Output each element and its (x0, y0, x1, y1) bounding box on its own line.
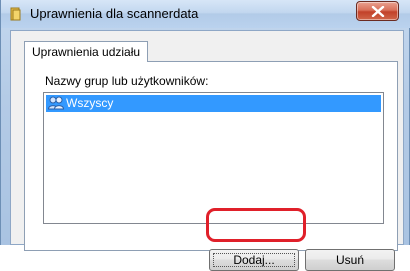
list-item[interactable]: Wszyscy (46, 95, 381, 112)
group-list-label: Nazwy grup lub użytkowników: (45, 74, 209, 88)
remove-button[interactable]: Usuń (305, 249, 395, 271)
tab-panel: Nazwy grup lub użytkowników: Wszyscy Dod… (24, 61, 398, 271)
close-icon (371, 6, 385, 17)
users-group-icon (47, 96, 65, 110)
list-item-label: Wszyscy (66, 96, 114, 110)
title-bar[interactable]: Uprawnienia dla scannerdata (1, 0, 410, 28)
remove-button-label: Usuń (335, 253, 364, 267)
group-user-list[interactable]: Wszyscy (43, 92, 384, 224)
folder-icon (10, 7, 22, 21)
tab-share-permissions[interactable]: Uprawnienia udziału (24, 41, 149, 62)
dialog-body: Uprawnienia udziału Nazwy grup lub użytk… (10, 30, 404, 271)
add-button[interactable]: Dodaj... (209, 249, 299, 271)
permissions-dialog: Uprawnienia dla scannerdata Uprawnienia … (0, 0, 410, 271)
focus-rectangle (213, 253, 295, 267)
close-button[interactable] (356, 1, 399, 21)
window-title: Uprawnienia dla scannerdata (30, 6, 199, 21)
